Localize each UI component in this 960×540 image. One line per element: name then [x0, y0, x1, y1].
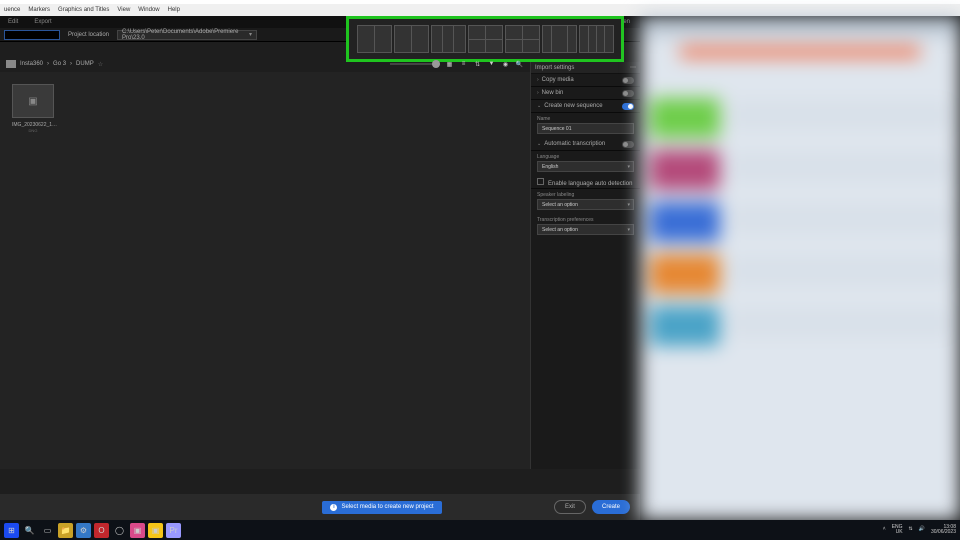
footer-bar: i Select media to create new project Exi… [0, 494, 640, 520]
media-grid[interactable]: ▣ IMG_20230622_1… DNG [0, 72, 530, 469]
prefs-label: Transcription preferences [531, 214, 640, 224]
create-sequence-row[interactable]: ⌄Create new sequence [531, 100, 640, 113]
sequence-name-input[interactable]: Sequence 01 [537, 123, 634, 134]
menu-help[interactable]: Help [168, 7, 180, 13]
layout-option-1[interactable] [357, 25, 392, 53]
layout-option-2[interactable] [394, 25, 429, 53]
media-thumbnail[interactable]: ▣ IMG_20230622_1… DNG [12, 84, 54, 133]
chevron-down-icon: ▾ [627, 164, 633, 170]
layout-option-7[interactable] [579, 25, 614, 53]
info-icon: i [330, 504, 337, 511]
image-icon: ▣ [12, 84, 54, 118]
chevron-down-icon: ▾ [627, 202, 633, 208]
chevron-down-icon: ▾ [249, 31, 252, 38]
project-path-text: C:\Users\Peter\Documents\Adobe\Premiere … [122, 29, 249, 41]
tray-chevron-icon[interactable]: ˄ [883, 527, 886, 533]
seq-name-label: Name [531, 113, 640, 123]
project-name-input[interactable] [4, 30, 60, 40]
windows-taskbar: ⊞ 🔍 ▭ 📁 ⚙ O ◯ ▣ ▣ Pr ˄ ENG UK ⇅ 🔊 13:08 … [0, 520, 960, 540]
tab-edit[interactable]: Edit [0, 19, 26, 25]
favorite-icon[interactable]: ☆ [98, 61, 103, 68]
tray-sound-icon[interactable]: 🔊 [919, 527, 925, 533]
drive-icon [6, 60, 16, 68]
filter-icon[interactable]: ▼ [487, 60, 496, 69]
language-dropdown[interactable]: English▾ [537, 161, 634, 172]
thumb-ext: DNG [12, 128, 54, 133]
taskbar-premiere-icon[interactable]: Pr [166, 523, 181, 538]
create-sequence-toggle[interactable] [622, 103, 634, 110]
new-bin-row[interactable]: ›New bin [531, 87, 640, 100]
create-button[interactable]: Create [592, 500, 630, 514]
taskbar-taskview-icon[interactable]: ▭ [40, 523, 55, 538]
layout-option-3[interactable] [431, 25, 466, 53]
auto-transcription-toggle[interactable] [622, 141, 634, 148]
more-icon[interactable]: ⋯ [630, 64, 636, 71]
copy-media-toggle[interactable] [622, 77, 634, 84]
taskbar-app2-icon[interactable]: ▣ [148, 523, 163, 538]
sort-icon[interactable]: ⇅ [473, 60, 482, 69]
thumbnail-size-slider[interactable] [390, 63, 440, 65]
tab-export[interactable]: Export [26, 19, 59, 25]
menu-bar: uence Markers Graphics and Titles View W… [0, 4, 960, 16]
project-location-label: Project location [68, 32, 109, 38]
copy-media-row[interactable]: ›Copy media [531, 74, 640, 87]
language-label: Language [531, 151, 640, 161]
view-tools: ▦ ≡ ⇅ ▼ ◉ 🔍 [300, 56, 530, 72]
footer-tip: i Select media to create new project [322, 501, 441, 514]
menu-window[interactable]: Window [138, 7, 159, 13]
premiere-app: Edit Export No Project Open Project loca… [0, 16, 640, 520]
crumb-1[interactable]: Insta360 [20, 61, 43, 67]
taskbar-search-icon[interactable]: 🔍 [22, 523, 37, 538]
list-view-icon[interactable]: ≡ [459, 60, 468, 69]
background-window [640, 16, 960, 520]
menu-markers[interactable]: Markers [28, 7, 50, 13]
chevron-down-icon: ⌄ [537, 103, 541, 109]
menu-view[interactable]: View [117, 7, 130, 13]
menu-graphics[interactable]: Graphics and Titles [58, 7, 109, 13]
chevron-down-icon: ▾ [627, 227, 633, 233]
tray-clock[interactable]: 13:08 30/06/2023 [931, 525, 956, 536]
layout-option-6[interactable] [542, 25, 577, 53]
speaker-label: Speaker labeling [531, 189, 640, 199]
layout-option-5[interactable] [505, 25, 540, 53]
menu-sequence[interactable]: uence [4, 7, 20, 13]
chevron-right-icon: › [537, 77, 539, 83]
exit-button[interactable]: Exit [554, 500, 586, 514]
eye-icon[interactable]: ◉ [501, 60, 510, 69]
taskbar-explorer-icon[interactable]: 📁 [58, 523, 73, 538]
taskbar-opera-icon[interactable]: O [94, 523, 109, 538]
auto-transcription-row[interactable]: ⌄Automatic transcription [531, 138, 640, 151]
speaker-dropdown[interactable]: Select an option▾ [537, 199, 634, 210]
autodetect-checkbox[interactable] [537, 178, 544, 185]
import-settings-header: Import settings ⋯ [531, 62, 640, 74]
grid-view-icon[interactable]: ▦ [445, 60, 454, 69]
crumb-2[interactable]: Go 3 [53, 61, 66, 67]
layout-option-4[interactable] [468, 25, 503, 53]
taskbar-settings-icon[interactable]: ⚙ [76, 523, 91, 538]
prefs-dropdown[interactable]: Select an option▾ [537, 224, 634, 235]
search-icon[interactable]: 🔍 [515, 60, 524, 69]
system-tray[interactable]: ˄ ENG UK ⇅ 🔊 13:08 30/06/2023 [883, 525, 956, 536]
taskbar-app-icon[interactable]: ▣ [130, 523, 145, 538]
tray-wifi-icon[interactable]: ⇅ [909, 527, 913, 533]
chevron-down-icon: ⌄ [537, 141, 541, 147]
autodetect-row[interactable]: Enable language auto detection [531, 176, 640, 189]
start-button[interactable]: ⊞ [4, 523, 19, 538]
new-bin-toggle[interactable] [622, 90, 634, 97]
import-settings-panel: Import settings ⋯ ›Copy media ›New bin ⌄… [530, 62, 640, 469]
crumb-3[interactable]: DUMP [76, 61, 94, 67]
chevron-right-icon: › [537, 90, 539, 96]
taskbar-steam-icon[interactable]: ◯ [112, 523, 127, 538]
project-path-dropdown[interactable]: C:\Users\Peter\Documents\Adobe\Premiere … [117, 30, 257, 40]
